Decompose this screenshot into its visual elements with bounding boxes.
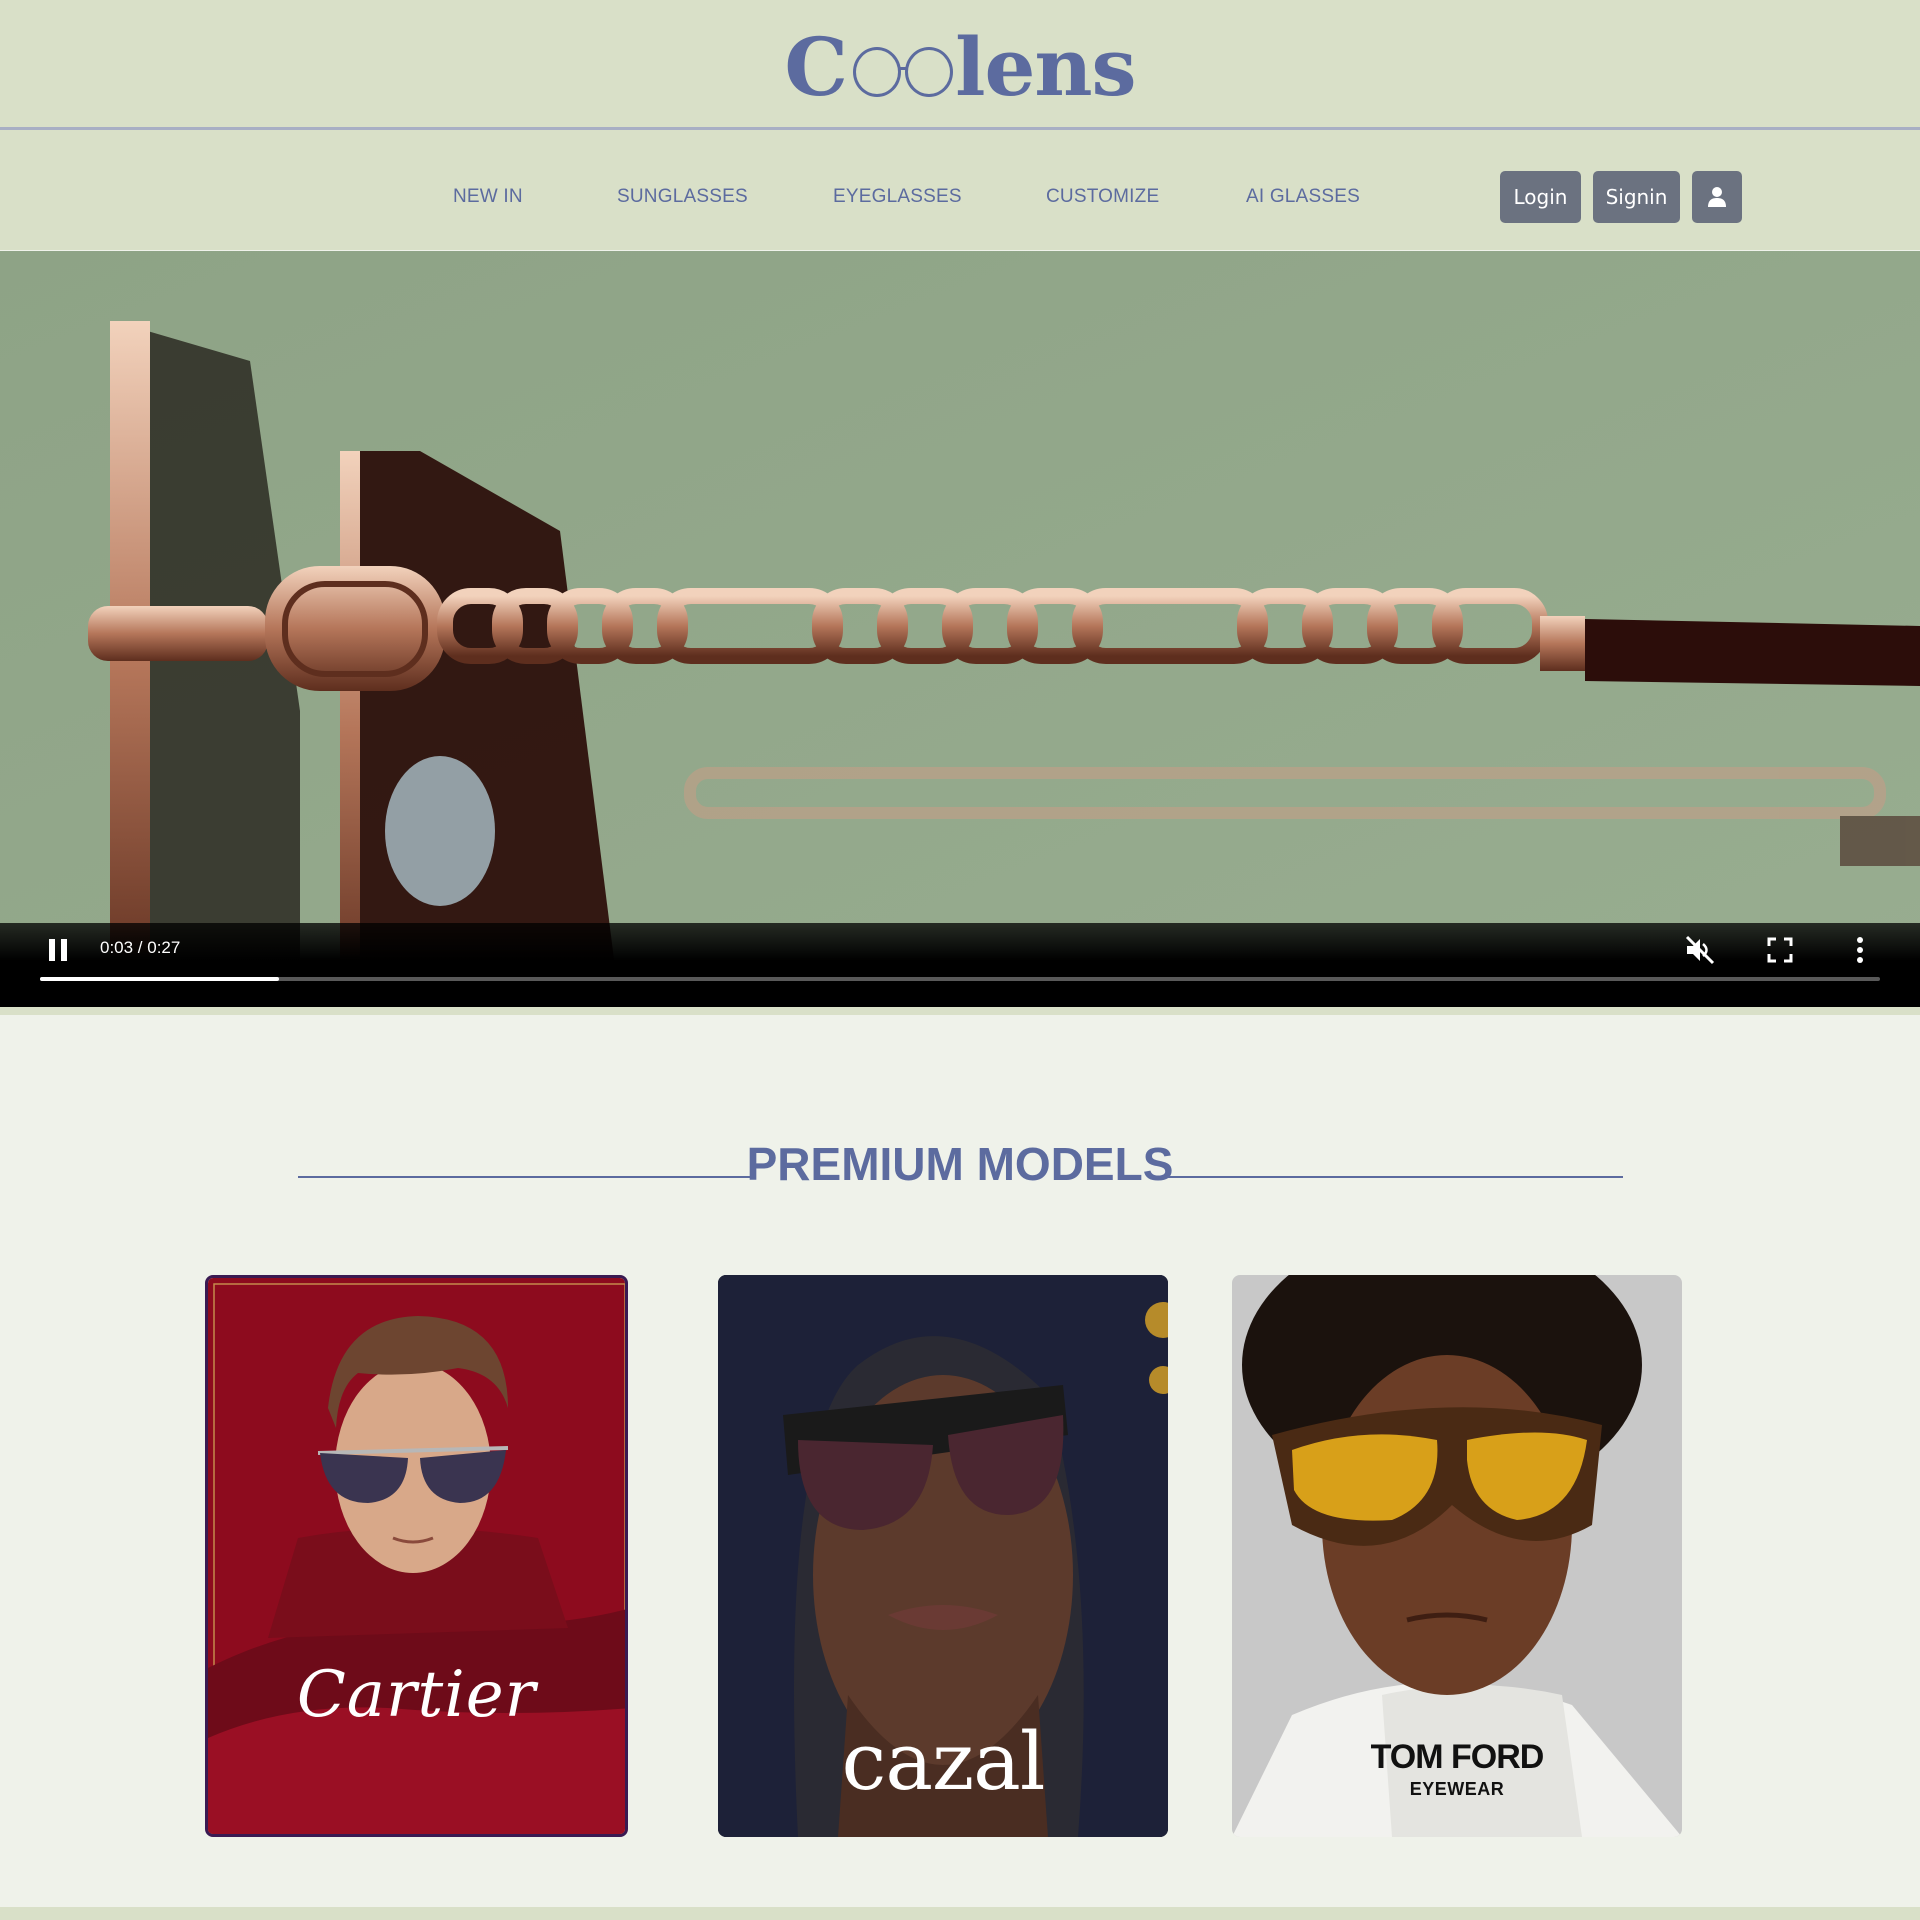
nav-customize[interactable]: CUSTOMIZE: [1046, 186, 1159, 208]
header-divider: [0, 127, 1920, 130]
video-frame: [0, 251, 1920, 1007]
nav-new-in[interactable]: NEW IN: [453, 186, 523, 208]
video-progress-bar[interactable]: [40, 977, 1880, 981]
logo-glasses-icon: [849, 39, 954, 99]
nav-ai-glasses[interactable]: AI GLASSES: [1246, 186, 1360, 208]
login-button[interactable]: Login: [1500, 171, 1581, 223]
title-rule-right: [1165, 1176, 1623, 1178]
signin-button[interactable]: Signin: [1593, 171, 1680, 223]
fullscreen-icon[interactable]: [1763, 933, 1797, 967]
section-divider: [0, 1007, 1920, 1015]
logo-prefix: C: [784, 20, 848, 114]
brand-card-cartier[interactable]: Cartier: [205, 1275, 628, 1837]
volume-muted-icon[interactable]: [1683, 933, 1717, 967]
nav-sunglasses[interactable]: SUNGLASSES: [617, 186, 748, 208]
nav-eyeglasses[interactable]: EYEGLASSES: [833, 186, 962, 208]
footer-band: [0, 1907, 1920, 1920]
brand-logo-tom-ford-eyewear: EYEWEAR: [1409, 1779, 1505, 1799]
profile-button[interactable]: [1692, 171, 1742, 223]
more-options-icon[interactable]: [1843, 933, 1877, 967]
user-icon: [1708, 187, 1726, 207]
brand-logo-tom-ford: TOM FORD: [1370, 1738, 1545, 1776]
cartier-photo: [208, 1278, 625, 1834]
video-time: 0:03 / 0:27: [100, 938, 181, 957]
brand-card-tom-ford[interactable]: TOM FORD EYEWEAR: [1232, 1275, 1682, 1837]
video-progress-fill: [40, 977, 280, 981]
section-title: PREMIUM MODELS: [746, 1138, 1174, 1190]
site-logo[interactable]: Clens: [0, 22, 1920, 112]
video-controls: 0:03 / 0:27: [0, 923, 1920, 1007]
brand-logo-cazal: cazal: [841, 1715, 1046, 1808]
logo-suffix: lens: [955, 20, 1136, 114]
brand-card-cazal[interactable]: cazal: [718, 1275, 1168, 1837]
hero-video[interactable]: 0:03 / 0:27: [0, 251, 1920, 1007]
pause-icon[interactable]: [42, 933, 76, 967]
brand-logo-cartier: Cartier: [296, 1658, 537, 1732]
